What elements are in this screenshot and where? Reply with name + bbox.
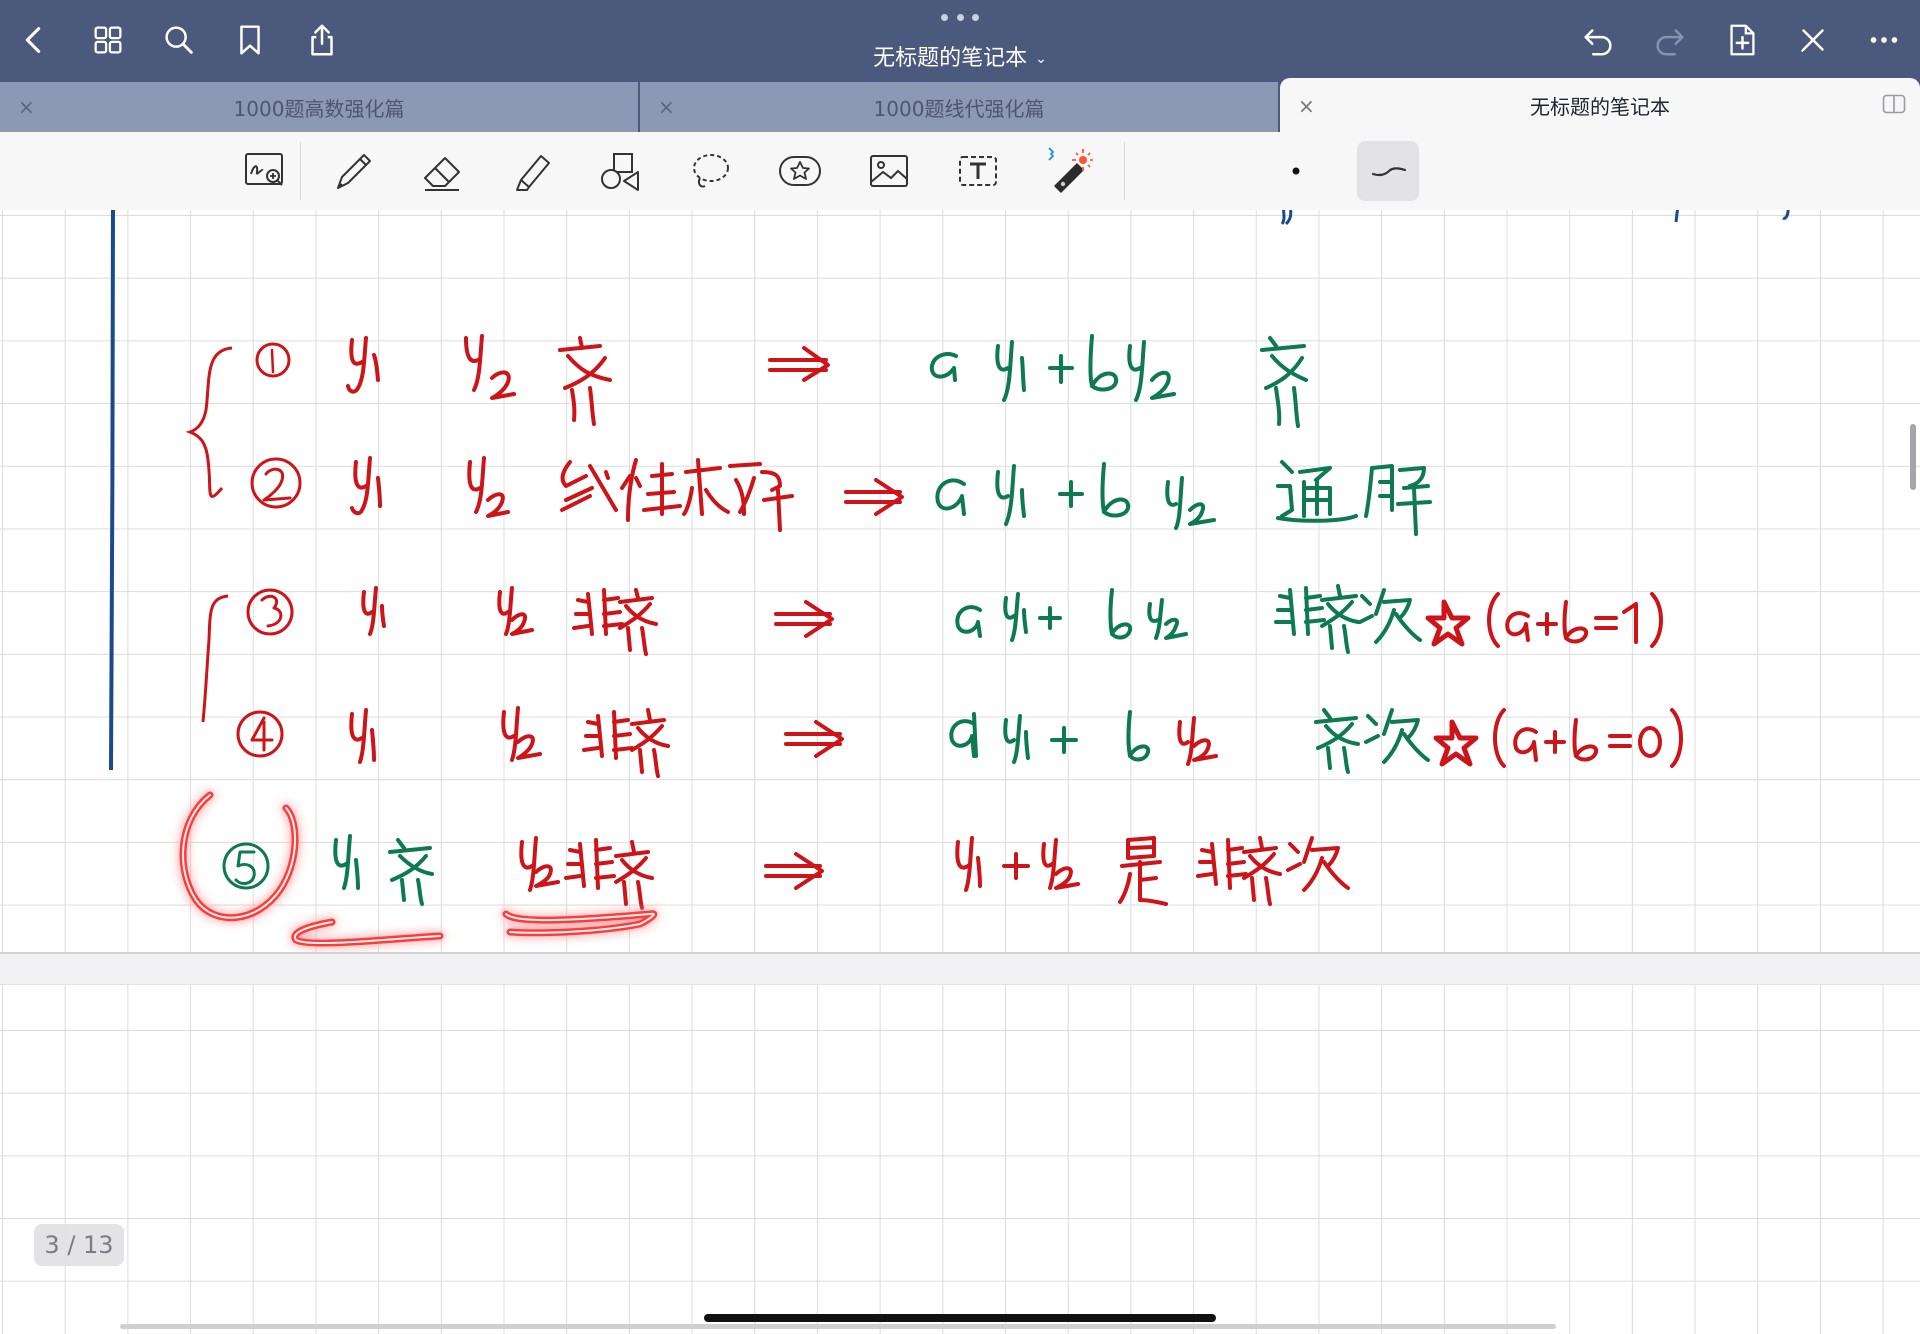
- row-5-green: [222, 834, 434, 906]
- top-navigation-bar: 无标题的笔记本 ⌄: [0, 0, 1920, 82]
- tab-close-icon[interactable]: ×: [658, 95, 675, 119]
- brace-1-2: [185, 346, 233, 498]
- tab-label: 1000题线代强化篇: [873, 96, 1045, 121]
- lasso-tool[interactable]: [683, 145, 737, 197]
- eraser-tool[interactable]: [415, 145, 469, 197]
- row-3-red: [246, 586, 834, 656]
- lasso-icon: [693, 154, 729, 188]
- dot-icon: [1292, 167, 1300, 175]
- row-4-red: [236, 706, 844, 778]
- pen-off-icon: [1800, 29, 1824, 53]
- hide-toolbar-button[interactable]: [1789, 16, 1837, 64]
- row-4-green: [949, 710, 1151, 764]
- toolbar-divider: [300, 142, 301, 200]
- undo-button[interactable]: [1574, 16, 1622, 64]
- highlighter-tool[interactable]: [505, 145, 559, 197]
- note-lines: [222, 334, 1683, 910]
- drawing-toolbar: [0, 132, 1920, 211]
- redo-icon: [1656, 29, 1684, 56]
- tab-1000-linear-algebra[interactable]: × 1000题线代强化篇: [640, 82, 1278, 132]
- image-tool[interactable]: [862, 145, 916, 197]
- notebook-title-menu[interactable]: 无标题的笔记本 ⌄: [0, 40, 1920, 72]
- page-indicator: 3 / 13: [34, 1224, 124, 1266]
- highlighter-icon: [516, 155, 550, 191]
- pen-tool[interactable]: [326, 145, 380, 197]
- tab-1000-calculus[interactable]: × 1000题高数强化篇: [0, 82, 638, 132]
- chevron-down-icon: ⌄: [1035, 51, 1047, 67]
- tab-close-icon[interactable]: ×: [1298, 94, 1315, 118]
- home-indicator[interactable]: [704, 1314, 1216, 1322]
- laser-pointer-tool[interactable]: [1041, 145, 1095, 197]
- cut-off-ink: [1280, 210, 1790, 226]
- page-break: [0, 952, 1920, 985]
- text-box-icon: [959, 156, 997, 186]
- pen-thickness-option[interactable]: [1266, 145, 1320, 197]
- tab-bar: × 1000题高数强化篇 × 1000题线代强化篇 × 无标题的笔记本: [0, 78, 1920, 132]
- notebook-canvas[interactable]: 3 / 13: [0, 210, 1920, 1334]
- stroke-curve-icon: [1371, 167, 1407, 177]
- row-4-red-b: [1177, 716, 1218, 766]
- row-1-red: [255, 334, 830, 426]
- row-1-green: [929, 334, 1308, 428]
- sticker-icon: [779, 156, 821, 186]
- more-options-button[interactable]: [1860, 16, 1908, 64]
- add-page-icon: [1730, 24, 1755, 56]
- row-4-green-b: [1314, 708, 1430, 774]
- pen-stroke-style-option[interactable]: [1357, 141, 1419, 201]
- tab-untitled-notebook[interactable]: × 无标题的笔记本: [1280, 78, 1920, 132]
- horizontal-scrollbar[interactable]: [120, 1324, 1556, 1329]
- row-4-condition: [1433, 708, 1683, 768]
- toolbar-divider: [1124, 142, 1125, 200]
- split-view-icon[interactable]: [1882, 94, 1906, 116]
- vertical-scrollbar[interactable]: [1910, 424, 1916, 490]
- tab-label: 1000题高数强化篇: [233, 96, 405, 121]
- elements-tool[interactable]: [773, 145, 827, 197]
- row-2-red: [250, 456, 904, 532]
- row-3-green: [955, 584, 1422, 654]
- notebook-title: 无标题的笔记本: [873, 46, 1028, 71]
- zoom-window-icon: [245, 153, 283, 186]
- handwriting-zoom-tool[interactable]: [238, 145, 292, 197]
- text-tool[interactable]: [951, 145, 1005, 197]
- row-2-green: [935, 460, 1432, 536]
- more-horizontal-icon: [1870, 37, 1898, 43]
- redo-button[interactable]: [1646, 16, 1694, 64]
- row-3-condition: [1425, 592, 1663, 648]
- add-page-button[interactable]: [1718, 16, 1766, 64]
- tab-label: 无标题的笔记本: [1530, 94, 1670, 119]
- undo-icon: [1584, 29, 1612, 56]
- laser-pointer-icon: [1048, 147, 1093, 193]
- shapes-icon: [601, 153, 639, 191]
- pen-icon: [337, 154, 371, 189]
- shapes-tool[interactable]: [594, 145, 648, 197]
- image-icon: [870, 155, 908, 187]
- margin-line: [109, 210, 115, 771]
- brace-3-4: [201, 594, 229, 723]
- eraser-icon: [424, 157, 460, 191]
- window-grip-handle[interactable]: [941, 14, 979, 22]
- tab-close-icon[interactable]: ×: [18, 95, 35, 119]
- row-5-red: [519, 836, 1350, 910]
- handwriting-ink: [109, 210, 1790, 947]
